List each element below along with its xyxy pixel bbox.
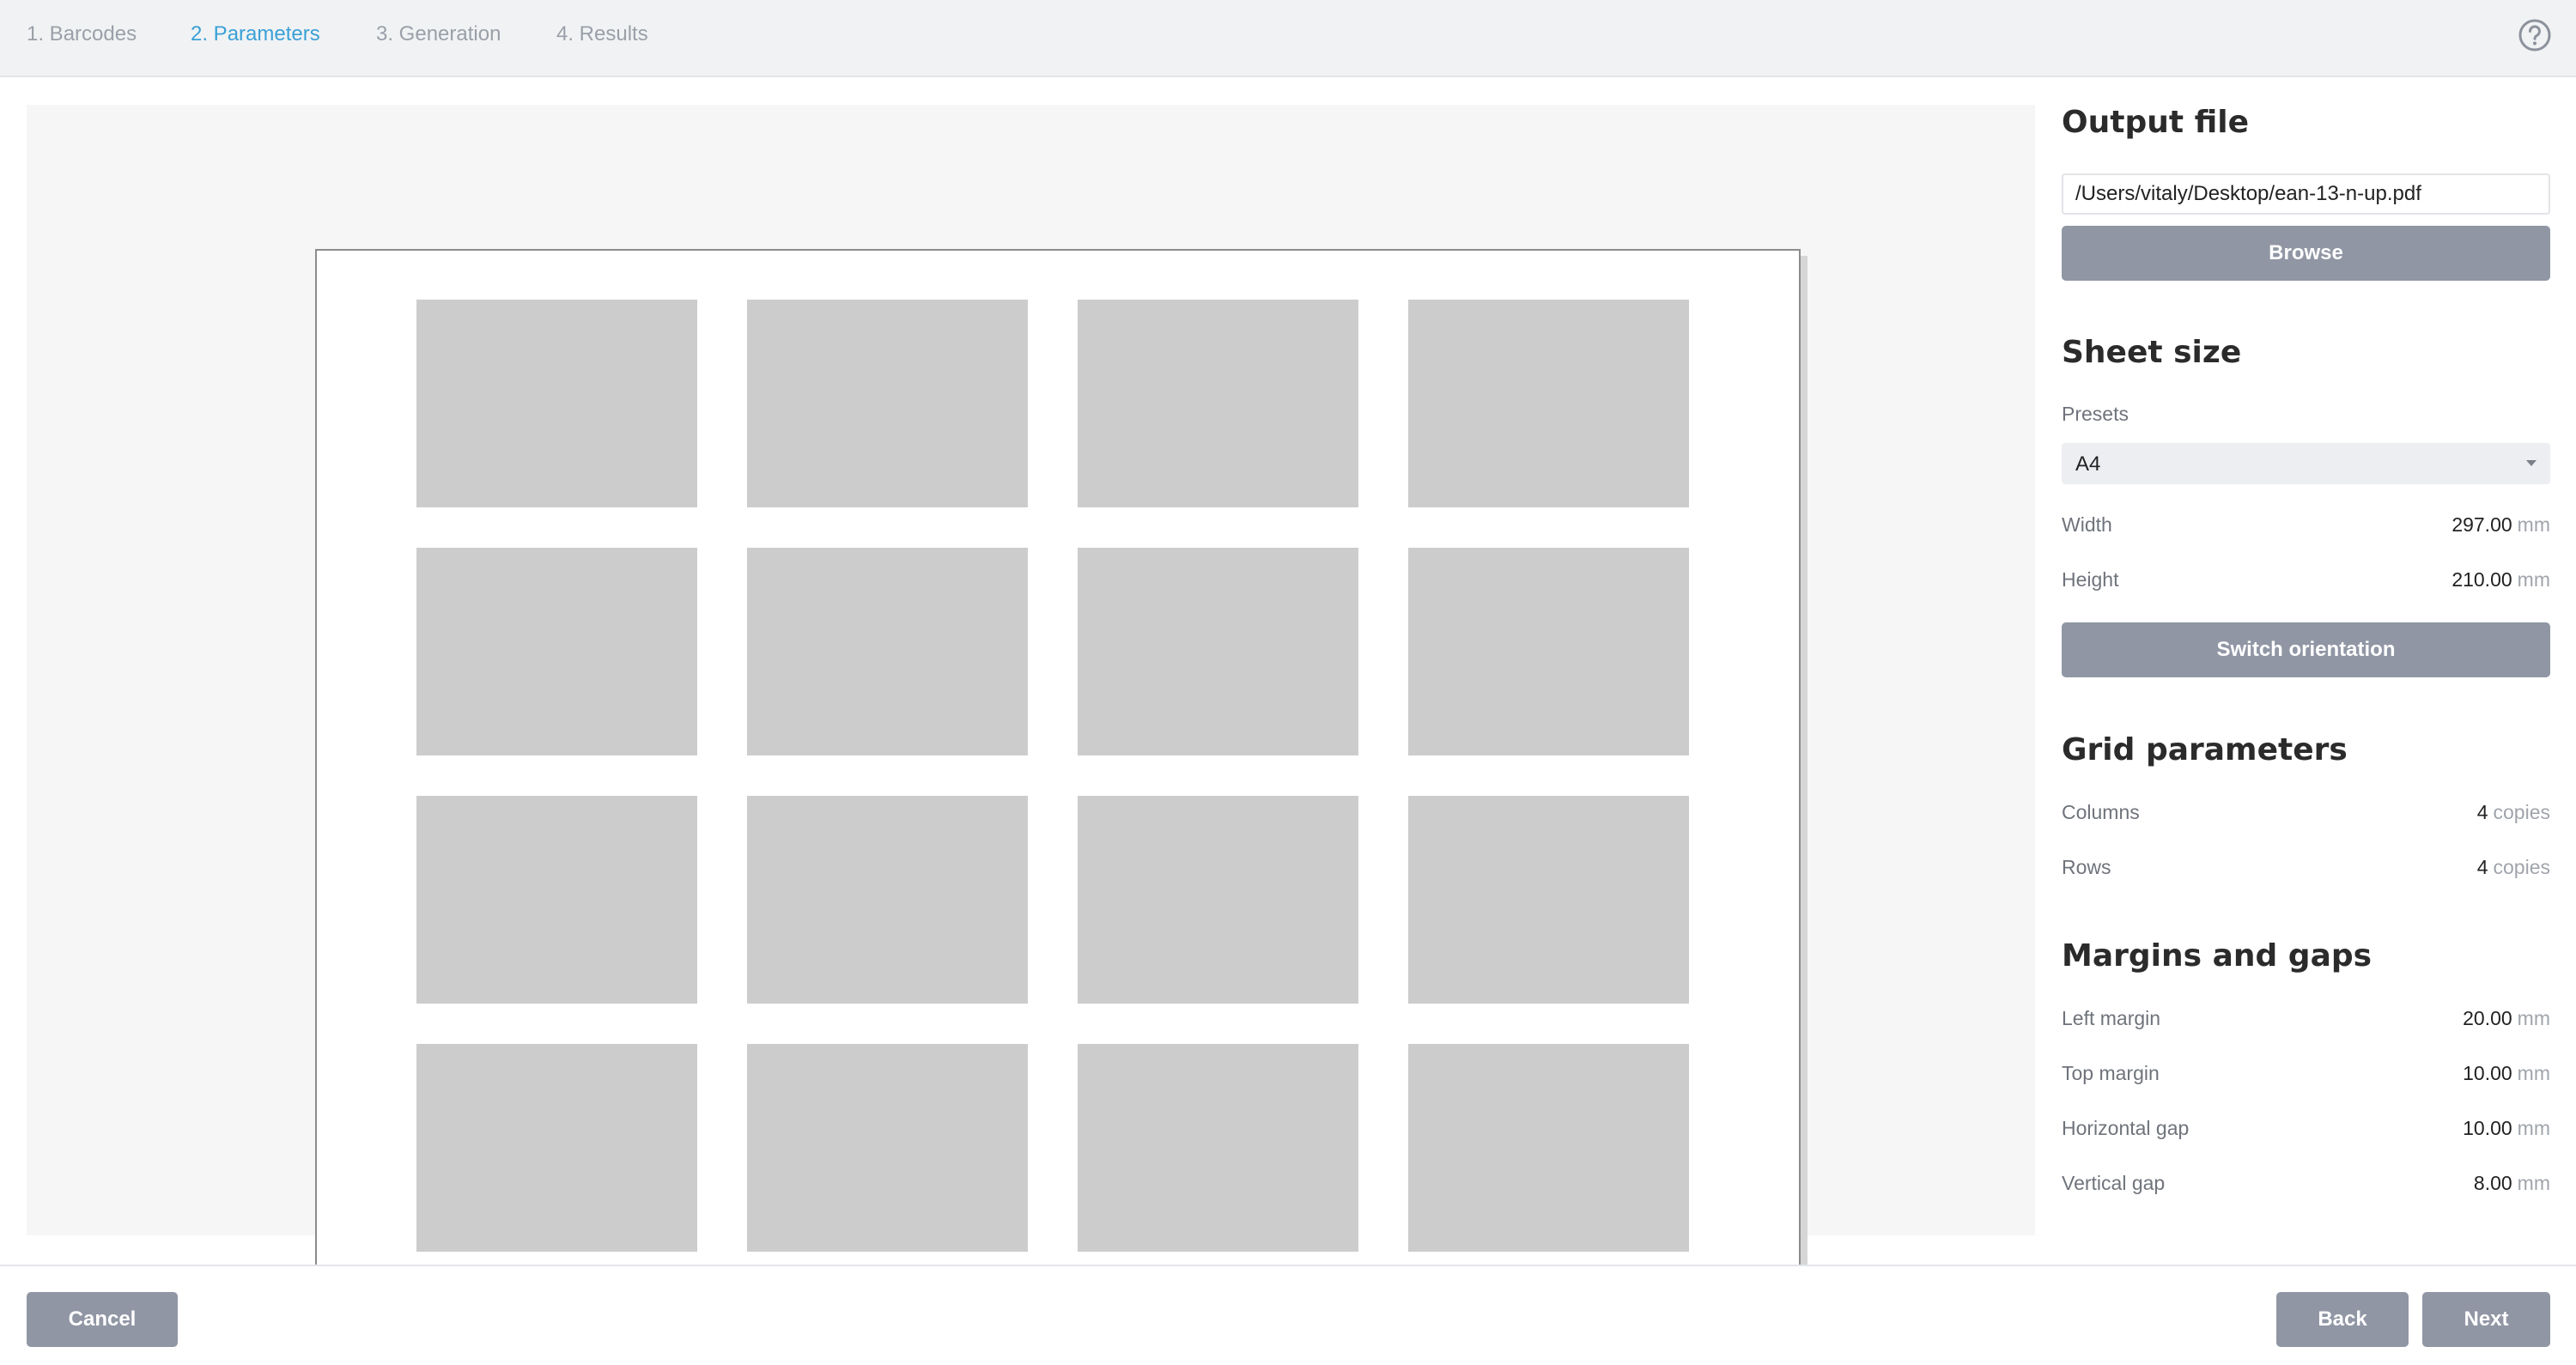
width-label: Width: [2062, 513, 2112, 536]
step-generation[interactable]: 3. Generation: [376, 22, 501, 46]
width-field[interactable]: 297.00 mm: [2451, 513, 2550, 537]
rows-field[interactable]: 4 copies: [2477, 856, 2550, 879]
vertical-gap-value: 8.00: [2473, 1172, 2512, 1194]
barcode-cell: [1408, 548, 1689, 755]
left-margin-unit: mm: [2517, 1007, 2550, 1029]
output-file-heading: Output file: [2062, 105, 2250, 140]
grid-parameters-heading: Grid parameters: [2062, 732, 2348, 767]
top-margin-value: 10.00: [2463, 1062, 2512, 1084]
output-file-path-input[interactable]: [2062, 173, 2550, 215]
columns-field[interactable]: 4 copies: [2477, 801, 2550, 824]
rows-label: Rows: [2062, 856, 2111, 878]
steps-bar: 1. Barcodes 2. Parameters 3. Generation …: [0, 0, 2576, 77]
barcode-cell: [747, 300, 1028, 507]
chevron-down-icon: [2526, 460, 2537, 466]
step-barcodes[interactable]: 1. Barcodes: [27, 22, 137, 46]
height-field[interactable]: 210.00 mm: [2451, 568, 2550, 592]
left-margin-field[interactable]: 20.00 mm: [2463, 1007, 2550, 1030]
barcode-cell: [416, 796, 697, 1004]
barcode-cell: [1408, 796, 1689, 1004]
barcode-cell: [1408, 1044, 1689, 1252]
height-unit: mm: [2517, 568, 2550, 591]
rows-value: 4: [2476, 856, 2488, 878]
height-value: 210.00: [2451, 568, 2512, 591]
barcode-cell: [1408, 300, 1689, 507]
presets-label: Presets: [2062, 403, 2129, 425]
left-margin-label: Left margin: [2062, 1007, 2161, 1029]
barcode-cell: [1078, 548, 1358, 755]
width-value: 297.00: [2451, 513, 2512, 536]
sheet-preview: [27, 105, 2035, 1307]
columns-value: 4: [2476, 801, 2488, 823]
back-button[interactable]: Back: [2276, 1292, 2409, 1347]
barcode-cell: [747, 796, 1028, 1004]
step-parameters[interactable]: 2. Parameters: [191, 22, 320, 46]
sheet-page: [315, 249, 1801, 1301]
margins-gaps-heading: Margins and gaps: [2062, 938, 2372, 974]
barcode-cell: [747, 548, 1028, 755]
barcode-cell: [416, 300, 697, 507]
horizontal-gap-value: 10.00: [2463, 1117, 2512, 1139]
barcode-cell: [1078, 300, 1358, 507]
top-margin-label: Top margin: [2062, 1062, 2160, 1084]
step-results[interactable]: 4. Results: [556, 22, 648, 46]
columns-label: Columns: [2062, 801, 2140, 823]
width-unit: mm: [2517, 513, 2550, 536]
presets-selected-value: A4: [2075, 452, 2101, 476]
left-margin-value: 20.00: [2463, 1007, 2512, 1029]
horizontal-gap-unit: mm: [2517, 1117, 2550, 1139]
barcode-cell: [1078, 796, 1358, 1004]
sheet-size-heading: Sheet size: [2062, 335, 2242, 370]
switch-orientation-button[interactable]: Switch orientation: [2062, 622, 2550, 677]
question-circle-icon[interactable]: [2518, 18, 2552, 52]
vertical-gap-label: Vertical gap: [2062, 1172, 2166, 1194]
barcode-cell: [416, 548, 697, 755]
cancel-button[interactable]: Cancel: [27, 1292, 178, 1347]
height-label: Height: [2062, 568, 2119, 591]
next-button[interactable]: Next: [2422, 1292, 2550, 1347]
barcode-cell: [747, 1044, 1028, 1252]
columns-unit: copies: [2493, 801, 2550, 823]
browse-button[interactable]: Browse: [2062, 226, 2550, 281]
top-margin-field[interactable]: 10.00 mm: [2463, 1062, 2550, 1085]
footer-bar: Cancel Back Next: [0, 1265, 2576, 1365]
rows-unit: copies: [2493, 856, 2550, 878]
horizontal-gap-label: Horizontal gap: [2062, 1117, 2190, 1139]
top-margin-unit: mm: [2517, 1062, 2550, 1084]
barcode-cell: [1078, 1044, 1358, 1252]
presets-select[interactable]: A4: [2062, 443, 2550, 484]
horizontal-gap-field[interactable]: 10.00 mm: [2463, 1117, 2550, 1140]
barcode-cell: [416, 1044, 697, 1252]
vertical-gap-unit: mm: [2517, 1172, 2550, 1194]
vertical-gap-field[interactable]: 8.00 mm: [2474, 1172, 2550, 1195]
